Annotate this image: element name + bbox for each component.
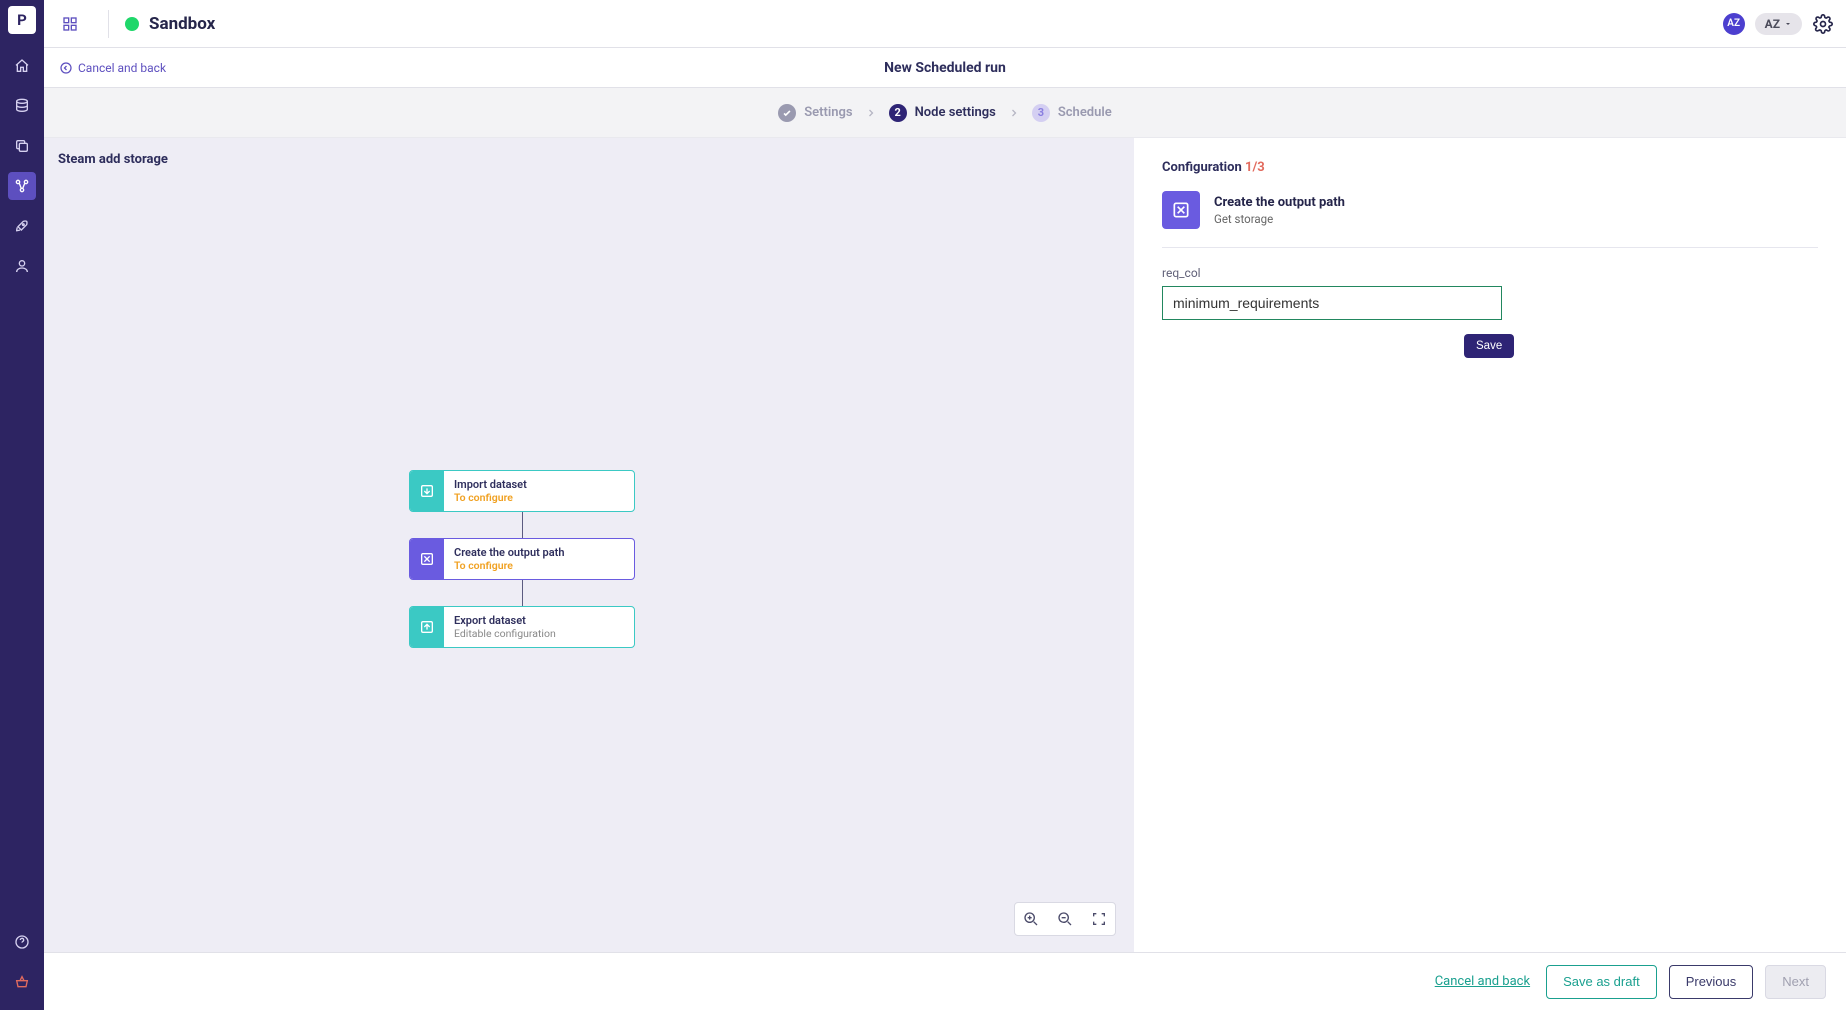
step-settings[interactable]: Settings	[778, 104, 852, 122]
node-title: Export dataset	[454, 614, 556, 627]
node-subtitle: To configure	[454, 559, 564, 572]
config-heading-label: Configuration	[1162, 160, 1242, 175]
workflow-title: Steam add storage	[58, 152, 168, 167]
step-number: 2	[889, 104, 907, 122]
node-connector	[522, 580, 523, 606]
chevron-right-icon	[865, 107, 877, 119]
field-label-req-col: req_col	[1162, 266, 1818, 280]
config-heading-count: 1/3	[1245, 160, 1265, 175]
step-label: Settings	[804, 105, 852, 120]
node-subtitle: To configure	[454, 491, 527, 504]
node-import-dataset[interactable]: Import dataset To configure	[409, 470, 635, 512]
cancel-and-back-link[interactable]: Cancel and back	[60, 61, 166, 75]
page-title: New Scheduled run	[884, 60, 1006, 76]
chevron-right-icon	[1008, 107, 1020, 119]
step-schedule[interactable]: 3 Schedule	[1032, 104, 1112, 122]
nav-home-icon[interactable]	[8, 52, 36, 80]
left-sidebar: P	[0, 0, 44, 1010]
node-connector	[522, 512, 523, 538]
chevron-down-icon	[1784, 20, 1792, 28]
step-number: 3	[1032, 104, 1050, 122]
save-button[interactable]: Save	[1464, 334, 1514, 358]
node-export-dataset[interactable]: Export dataset Editable configuration	[409, 606, 635, 648]
config-heading: Configuration 1/3	[1162, 160, 1818, 175]
env-name: Sandbox	[149, 14, 215, 34]
zoom-controls	[1014, 902, 1116, 936]
user-menu[interactable]: AZ	[1755, 13, 1802, 35]
nav-rocket-icon[interactable]	[8, 212, 36, 240]
check-icon	[778, 104, 796, 122]
step-label: Schedule	[1058, 105, 1112, 120]
stepper: Settings 2 Node settings 3 Schedule	[44, 88, 1846, 138]
req-col-input[interactable]	[1162, 286, 1502, 320]
path-icon	[1162, 191, 1200, 229]
config-card-title: Create the output path	[1214, 195, 1345, 210]
arrow-left-circle-icon	[60, 62, 72, 74]
brand-logo[interactable]: P	[8, 6, 36, 34]
workflow-canvas[interactable]: Steam add storage Import dataset To conf…	[44, 138, 1134, 952]
user-label: AZ	[1765, 17, 1780, 31]
cancel-and-back-label: Cancel and back	[78, 61, 166, 75]
topbar: Sandbox AZ AZ	[44, 0, 1846, 48]
node-title: Create the output path	[454, 546, 564, 559]
import-icon	[410, 471, 444, 511]
subheader: Cancel and back New Scheduled run	[44, 48, 1846, 88]
cancel-and-back-link-footer[interactable]: Cancel and back	[1435, 974, 1530, 989]
node-subtitle: Editable configuration	[454, 627, 556, 640]
config-card: Create the output path Get storage	[1162, 191, 1818, 248]
nav-user-icon[interactable]	[8, 252, 36, 280]
path-icon	[410, 539, 444, 579]
env-status-dot	[125, 17, 139, 31]
nav-database-icon[interactable]	[8, 92, 36, 120]
nav-workflow-icon[interactable]	[8, 172, 36, 200]
workflow-flow: Import dataset To configure Create the o…	[409, 470, 635, 648]
zoom-in-icon[interactable]	[1019, 907, 1043, 931]
node-create-output-path[interactable]: Create the output path To configure	[409, 538, 635, 580]
export-icon	[410, 607, 444, 647]
nav-basket-icon[interactable]	[8, 968, 36, 996]
node-title: Import dataset	[454, 478, 527, 491]
config-panel: Configuration 1/3 Create the output path…	[1134, 138, 1846, 952]
config-card-subtitle: Get storage	[1214, 212, 1345, 226]
divider	[108, 10, 109, 38]
settings-icon[interactable]	[1812, 13, 1834, 35]
next-button: Next	[1765, 965, 1826, 999]
nav-help-icon[interactable]	[8, 928, 36, 956]
avatar[interactable]: AZ	[1723, 13, 1745, 35]
footer: Cancel and back Save as draft Previous N…	[44, 952, 1846, 1010]
step-node-settings[interactable]: 2 Node settings	[889, 104, 996, 122]
previous-button[interactable]: Previous	[1669, 965, 1754, 999]
save-as-draft-button[interactable]: Save as draft	[1546, 965, 1657, 999]
zoom-out-icon[interactable]	[1053, 907, 1077, 931]
nav-copy-icon[interactable]	[8, 132, 36, 160]
apps-grid-icon[interactable]	[56, 10, 84, 38]
step-label: Node settings	[915, 105, 996, 120]
fit-view-icon[interactable]	[1087, 907, 1111, 931]
